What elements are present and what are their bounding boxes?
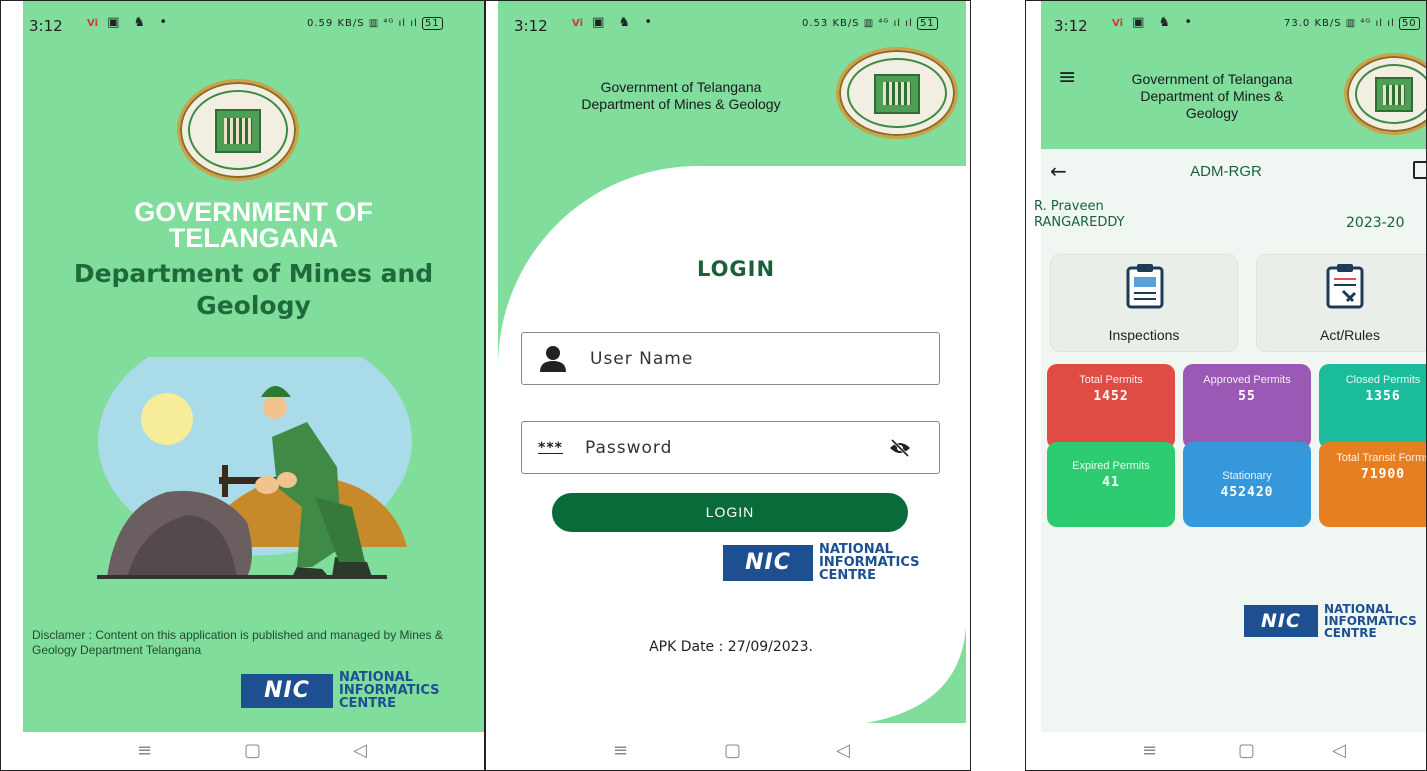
back-arrow-icon[interactable]: ← <box>1050 159 1067 183</box>
login-header-title: Government of Telangana Department of Min… <box>581 79 781 112</box>
status-bar: 3:12 Vi ▣ ♞ • 0.59 KB/S ▥ ⁴ᴳ ıl ıl 51 <box>1 15 484 39</box>
eye-off-icon[interactable] <box>889 438 911 457</box>
inspections-label: Inspections <box>1108 327 1180 343</box>
username-placeholder: User Name <box>590 348 694 369</box>
tile-title: Approved Permits <box>1203 374 1291 386</box>
total-permits-tile[interactable]: Total Permits 1452 <box>1047 364 1175 449</box>
status-time: 3:12 <box>514 17 548 35</box>
battery-icon: 51 <box>916 17 938 30</box>
tile-value: 1356 <box>1365 389 1401 404</box>
password-field[interactable]: *** Password <box>521 421 940 474</box>
user-info: R. Praveen RANGAREDDY <box>1034 199 1125 231</box>
notification-icons: Vi ▣ ♞ • <box>1112 15 1198 30</box>
status-time: 3:12 <box>1054 17 1088 35</box>
logout-icon[interactable] <box>1413 161 1426 179</box>
status-indicators: 0.59 KB/S ▥ ⁴ᴳ ıl ıl 51 <box>307 17 443 30</box>
nic-logo-mark: NIC <box>1244 605 1318 637</box>
login-screen: 3:12 Vi ▣ ♞ • 0.53 KB/S ▥ ⁴ᴳ ıl ıl 51 Go… <box>485 0 971 771</box>
nic-logo: NIC NATIONAL INFORMATICS CENTRE <box>723 543 920 582</box>
status-bar: 3:12 Vi ▣ ♞ • 73.0 KB/S ▥ ⁴ᴳ ıl ıl 50 <box>1026 15 1426 39</box>
approved-permits-tile[interactable]: Approved Permits 55 <box>1183 364 1311 449</box>
tile-title: Total Transit Forms <box>1336 452 1427 464</box>
network-speed: 73.0 KB/S <box>1284 18 1342 29</box>
tile-title: Closed Permits <box>1345 374 1421 386</box>
splash-title: GOVERNMENT OF TELANGANA <box>134 197 373 253</box>
stationary-tile[interactable]: Stationary 452420 <box>1183 442 1311 527</box>
battery-icon: 50 <box>1398 17 1420 30</box>
home-nav-icon[interactable]: ▢ <box>244 740 261 761</box>
expired-permits-tile[interactable]: Expired Permits 41 <box>1047 442 1175 527</box>
tile-value: 452420 <box>1220 485 1274 500</box>
notification-icons: Vi ▣ ♞ • <box>87 15 173 30</box>
tile-value: 41 <box>1102 475 1120 490</box>
financial-year: 2023-20 <box>1346 215 1405 231</box>
disclaimer-text: Disclamer : Content on this application … <box>32 628 443 657</box>
dashboard-screen: 3:12 Vi ▣ ♞ • 73.0 KB/S ▥ ⁴ᴳ ıl ıl 50 ≡ … <box>1025 0 1427 771</box>
status-indicators: 0.53 KB/S ▥ ⁴ᴳ ıl ıl 51 <box>802 17 938 30</box>
toolbar-title: ADM-RGR <box>1190 163 1262 180</box>
system-nav-bar: ≡ ▢ ◁ <box>486 732 970 770</box>
status-indicators: 73.0 KB/S ▥ ⁴ᴳ ıl ıl 50 <box>1284 17 1420 30</box>
status-time: 3:12 <box>29 17 63 35</box>
decor-curve <box>866 626 966 723</box>
back-nav-icon[interactable]: ◁ <box>836 740 850 761</box>
splash-subtitle: Department of Mines and Geology <box>73 259 434 320</box>
username-field[interactable]: User Name <box>521 332 940 385</box>
apk-date: APK Date : 27/09/2023. <box>649 639 813 655</box>
network-speed: 0.59 KB/S <box>307 18 365 29</box>
home-nav-icon[interactable]: ▢ <box>1238 740 1255 761</box>
inspections-card[interactable]: Inspections <box>1050 254 1238 352</box>
notification-icons: Vi ▣ ♞ • <box>572 15 658 30</box>
user-icon <box>540 345 566 372</box>
nic-logo-mark: NIC <box>241 673 333 708</box>
transit-forms-tile[interactable]: Total Transit Forms 71900 <box>1319 442 1427 527</box>
menu-nav-icon[interactable]: ≡ <box>137 740 152 761</box>
clipboard-icon <box>1126 264 1164 309</box>
battery-icon: 51 <box>421 17 443 30</box>
password-placeholder: Password <box>584 437 673 458</box>
tile-value: 71900 <box>1360 467 1406 482</box>
telangana-emblem <box>177 79 299 181</box>
splash-screen: 3:12 Vi ▣ ♞ • 0.59 KB/S ▥ ⁴ᴳ ıl ıl 51 GO… <box>0 0 485 771</box>
tile-title: Expired Permits <box>1072 460 1150 472</box>
password-icon: *** <box>538 439 563 456</box>
act-rules-card[interactable]: Act/Rules <box>1256 254 1426 352</box>
telangana-emblem <box>836 47 958 139</box>
nic-logo-mark: NIC <box>723 544 813 581</box>
act-rules-label: Act/Rules <box>1320 327 1380 343</box>
back-nav-icon[interactable]: ◁ <box>353 740 367 761</box>
dashboard-header-title: Government of Telangana Department of Min… <box>1131 71 1293 121</box>
miner-illustration <box>97 357 412 579</box>
tile-value: 1452 <box>1093 389 1129 404</box>
user-name: R. Praveen <box>1034 199 1104 214</box>
system-nav-bar: ≡ ▢ ◁ <box>1 732 484 770</box>
tile-title: Total Permits <box>1079 374 1143 386</box>
system-nav-bar: ≡ ▢ ◁ <box>1026 732 1426 770</box>
tile-value: 55 <box>1238 389 1256 404</box>
home-nav-icon[interactable]: ▢ <box>724 740 741 761</box>
back-nav-icon[interactable]: ◁ <box>1332 740 1346 761</box>
network-speed: 0.53 KB/S <box>802 18 860 29</box>
act-rules-icon <box>1326 264 1364 309</box>
login-button[interactable]: LOGIN <box>552 493 908 532</box>
status-bar: 3:12 Vi ▣ ♞ • 0.53 KB/S ▥ ⁴ᴳ ıl ıl 51 <box>486 15 970 39</box>
tile-title: Stationary <box>1222 470 1272 482</box>
hamburger-menu-icon[interactable]: ≡ <box>1058 65 1076 90</box>
nic-logo: NIC NATIONAL INFORMATICS CENTRE <box>241 671 440 710</box>
menu-nav-icon[interactable]: ≡ <box>613 740 628 761</box>
closed-permits-tile[interactable]: Closed Permits 1356 <box>1319 364 1426 449</box>
login-title: LOGIN <box>696 257 776 281</box>
nic-logo: NIC NATIONAL INFORMATICS CENTRE <box>1244 603 1417 639</box>
menu-nav-icon[interactable]: ≡ <box>1142 740 1157 761</box>
district-name: RANGAREDDY <box>1034 215 1125 230</box>
